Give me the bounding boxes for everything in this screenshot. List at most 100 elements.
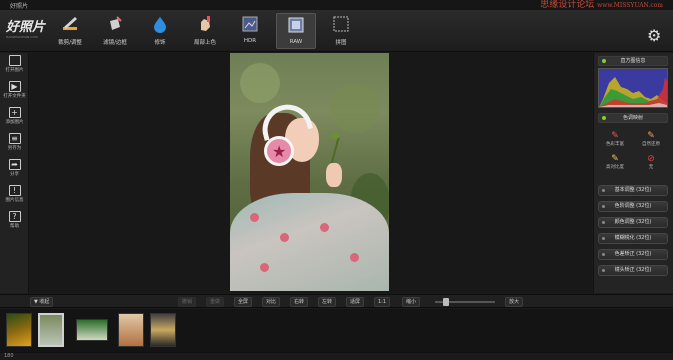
bullet-icon [602,237,605,240]
sidebar-item-share[interactable]: ➦ 分享 [0,159,29,183]
logo-subtext: HAOZHAOPIAN.COM [6,35,38,39]
adjust-levels-button[interactable]: 色阶调整 (32位) [598,201,668,212]
adjust-color-button[interactable]: 颜色调整 (32位) [598,217,668,228]
bullet-icon [602,205,605,208]
tool-hdr[interactable]: HDR [230,13,270,49]
adjust-button-label: 色差矫正 (32位) [614,251,652,257]
adjust-blur-sharpen-button[interactable]: 模糊锐化 (32位) [598,233,668,244]
histogram-header[interactable]: 直方图信息 [598,56,668,66]
dress-flower [260,263,269,272]
actual-size-button[interactable]: 1:1 [374,297,391,307]
help-icon: ? [8,211,21,222]
bullet-icon [602,189,605,192]
brush-icon: ✎ [611,131,619,141]
status-text: 180 [4,353,14,359]
adjust-lens-button[interactable]: 镜头矫正 (32位) [598,265,668,276]
filmstrip-thumbnail-selected[interactable] [38,313,64,347]
watermark-text: 思缘设计论坛 [540,0,595,10]
rotate-right-button[interactable]: 右转 [290,297,309,307]
filmstrip-thumbnail[interactable] [76,319,108,341]
status-dot-icon [602,59,606,63]
tone-option-natural[interactable]: ✎ 自然还原 [634,131,668,147]
sidebar-item-label: 打开文件夹 [3,94,26,99]
redo-button[interactable]: 重做 [206,297,225,307]
filmstrip-thumbnail[interactable] [6,313,32,347]
tone-option-label: 高对比度 [606,165,624,170]
sidebar-item-help[interactable]: ? 帮助 [0,211,29,235]
tool-label: HDR [243,38,257,44]
pencil-icon [63,17,77,30]
star-icon: ★ [272,142,287,161]
sidebar-item-label: 帮助 [10,224,19,229]
fullscreen-button[interactable]: 全屏 [234,297,253,307]
water-drop-icon [154,17,166,33]
sidebar-item-image-info[interactable]: ! 图片信息 [0,185,29,209]
rotate-left-button[interactable]: 左转 [318,297,337,307]
compare-button[interactable]: 对比 [262,297,281,307]
sidebar-item-add-image[interactable]: + 添加图片 [0,107,29,131]
tone-option-label: 无 [648,165,654,170]
status-bar: 180 [0,352,673,360]
zoom-slider-handle[interactable] [443,298,449,306]
histogram-graph [599,77,667,107]
settings-gear-icon[interactable]: ⚙ [647,28,663,44]
hdr-icon [242,16,258,32]
undo-button[interactable]: 撤销 [178,297,197,307]
adjust-basic-button[interactable]: 基本调整 (32位) [598,185,668,196]
title-bar: 好照片 思缘设计论坛 www.MISSYUAN.com [0,0,673,10]
collage-icon [333,16,349,32]
window-title: 好照片 [10,3,29,10]
tone-option-high-contrast[interactable]: ✎ 高对比度 [598,154,632,170]
zoom-out-button[interactable]: 缩小 [402,297,421,307]
sidebar-item-save-as[interactable]: ≡ 另存为 [0,133,29,157]
tone-mapping-header[interactable]: 色调映射 [598,113,668,123]
collapse-filmstrip-button[interactable]: ▼ 收起 [30,297,54,307]
tone-option-vivid[interactable]: ✎ 色彩丰富 [598,131,632,147]
sidebar-item-label: 另存为 [7,146,22,151]
filmstrip [0,309,673,352]
hand-brush-icon [201,16,210,31]
no-entry-icon: ⊘ [647,154,655,164]
tool-label: 裁剪/调整 [58,40,82,46]
tool-local-color[interactable]: 局部上色 [185,13,225,49]
bullet-icon [602,269,605,272]
tone-option-none[interactable]: ⊘ 无 [634,154,668,170]
zoom-slider[interactable] [435,298,495,306]
raw-icon [288,17,304,33]
add-icon: + [8,107,21,118]
dress-flower [250,213,259,222]
filmstrip-thumbnail[interactable] [150,313,176,347]
share-icon: ➦ [8,159,21,170]
tool-label: 修饰 [154,40,166,46]
adjust-chromatic-button[interactable]: 色差矫正 (32位) [598,249,668,260]
dress-flower [350,253,359,262]
histogram-header-label: 直方图信息 [620,58,646,64]
photo-plant-stem [330,136,340,166]
paint-bucket-icon [110,16,122,30]
sidebar-item-label: 打开图片 [5,68,24,73]
sidebar-item-label: 图片信息 [5,198,24,203]
sidebar-item-label: 分享 [10,172,19,177]
image-canvas[interactable]: ★ [30,53,592,293]
sidebar-item-open-image[interactable]: 打开图片 [0,55,29,79]
sidebar-item-open-folder[interactable]: ▶ 打开文件夹 [0,81,29,105]
tool-raw[interactable]: RAW [276,13,316,49]
tool-label: 局部上色 [193,40,216,46]
adjust-button-label: 镜头矫正 (32位) [614,267,652,273]
tool-crop-adjust[interactable]: 裁剪/调整 [50,13,90,49]
tool-collage[interactable]: 拼图 [321,13,361,49]
fit-screen-button[interactable]: 适屏 [346,297,365,307]
main-photo[interactable]: ★ [230,53,389,291]
histogram [598,68,668,108]
dress-flower [280,233,289,242]
tool-retouch[interactable]: 修饰 [140,13,180,49]
bullet-icon [602,253,605,256]
photo-dress [230,193,389,291]
brush-icon: ✎ [647,131,655,141]
tool-filter-frame[interactable]: 滤镜/边框 [95,13,135,49]
zoom-in-button[interactable]: 放大 [505,297,524,307]
adjust-button-label: 色阶调整 (32位) [614,203,652,209]
tone-option-label: 色彩丰富 [606,142,624,147]
filmstrip-thumbnail[interactable] [118,313,144,347]
tone-mapping-header-label: 色调映射 [622,115,643,121]
